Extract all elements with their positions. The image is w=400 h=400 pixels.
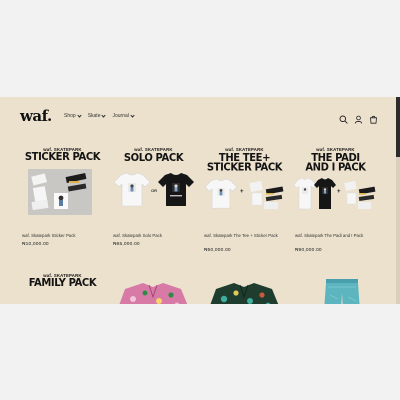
product-image[interactable]: waf. SKATEPARK THE TEE+ STICKER PACK +	[204, 145, 285, 229]
product-price: ₦65,000.00	[113, 242, 140, 247]
headline-line: STICKER PACK	[24, 151, 101, 164]
product-price: ₦10,000.00	[22, 242, 49, 247]
product-name[interactable]: waf. Skatepark Sticker Pack	[22, 233, 103, 239]
product-price: ₦90,000.00	[295, 248, 322, 253]
product-headline: SOLO PACK	[113, 152, 194, 165]
search-icon[interactable]	[339, 111, 348, 124]
nav-skate[interactable]: Skate	[87, 112, 107, 119]
headline-line: AND I PACK	[305, 161, 366, 174]
black-tee-image	[314, 178, 336, 209]
headline-line: STICKER PACK	[206, 161, 283, 174]
sticker-pack-image	[28, 169, 92, 215]
plus-label: +	[240, 189, 244, 195]
product-price: ₦50,000.00	[204, 248, 231, 253]
product-headline: THE PADI AND I PACK	[295, 153, 376, 174]
nav-journal-label: Journal	[112, 113, 129, 119]
product-name[interactable]: waf. Skatepark Solo Pack	[113, 233, 194, 239]
pink-shirt-image[interactable]	[113, 283, 194, 304]
scrollbar[interactable]	[396, 97, 400, 304]
chevron-down-icon	[101, 112, 107, 118]
header-icons	[339, 111, 378, 124]
product-card[interactable]: waf. SKATEPARK THE PADI AND I PACK + waf…	[293, 145, 376, 271]
shop-page: waf. Shop Skate Journal waf. SKATEPARK S…	[0, 97, 400, 304]
green-shirt-image[interactable]	[204, 283, 285, 304]
nav-journal[interactable]: Journal	[112, 112, 135, 119]
site-logo[interactable]: waf.	[20, 107, 52, 125]
brand-label: waf. SKATEPARK	[316, 147, 355, 152]
sticker-pack-image	[249, 180, 284, 209]
black-tee-image	[158, 173, 194, 206]
headline-line: SOLO PACK	[123, 152, 184, 165]
product-headline: STICKER PACK	[22, 151, 103, 164]
nav-shop[interactable]: Shop	[64, 112, 82, 119]
main-nav: Shop Skate Journal	[64, 112, 135, 119]
account-icon[interactable]	[354, 111, 363, 124]
cart-icon[interactable]	[369, 111, 378, 124]
product-row-2: waf. SKATEPARK FAMILY PACK	[22, 271, 378, 304]
white-tee-image	[113, 173, 151, 207]
scrollbar-thumb[interactable]	[396, 97, 400, 157]
plus-label: +	[337, 189, 341, 195]
denim-shorts-image[interactable]	[322, 279, 362, 304]
product-image[interactable]: waf. SKATEPARK STICKER PACK	[22, 145, 103, 229]
product-name[interactable]: waf. Skatepark The Tee + Sticker Pack	[204, 233, 285, 239]
brand-label: waf. SKATEPARK	[134, 147, 173, 152]
chevron-down-icon	[77, 112, 82, 118]
product-name[interactable]: waf. Skatepark The Padi and I Pack	[295, 233, 376, 239]
product-image[interactable]: waf. SKATEPARK THE PADI AND I PACK +	[293, 145, 376, 229]
product-headline: THE TEE+ STICKER PACK	[204, 153, 285, 174]
product-headline: FAMILY PACK	[28, 277, 97, 290]
white-tee-image	[204, 179, 238, 209]
brand-label: waf. SKATEPARK	[225, 147, 264, 152]
nav-shop-label: Shop	[64, 113, 76, 119]
product-card[interactable]: waf. SKATEPARK STICKER PACK waf. Skatepa…	[22, 145, 103, 271]
nav-skate-label: Skate	[87, 113, 101, 119]
product-card[interactable]: waf. SKATEPARK THE TEE+ STICKER PACK + w…	[204, 145, 285, 271]
product-image[interactable]: waf. SKATEPARK SOLO PACK OR	[113, 145, 194, 229]
product-grid: waf. SKATEPARK STICKER PACK waf. Skatepa…	[22, 145, 378, 271]
product-card[interactable]: waf. SKATEPARK FAMILY PACK	[22, 271, 103, 304]
product-card[interactable]: waf. SKATEPARK SOLO PACK OR waf. Skatepa…	[113, 145, 194, 271]
site-header: waf. Shop Skate Journal	[0, 97, 396, 135]
sticker-pack-image	[344, 180, 376, 209]
chevron-down-icon	[130, 112, 135, 118]
